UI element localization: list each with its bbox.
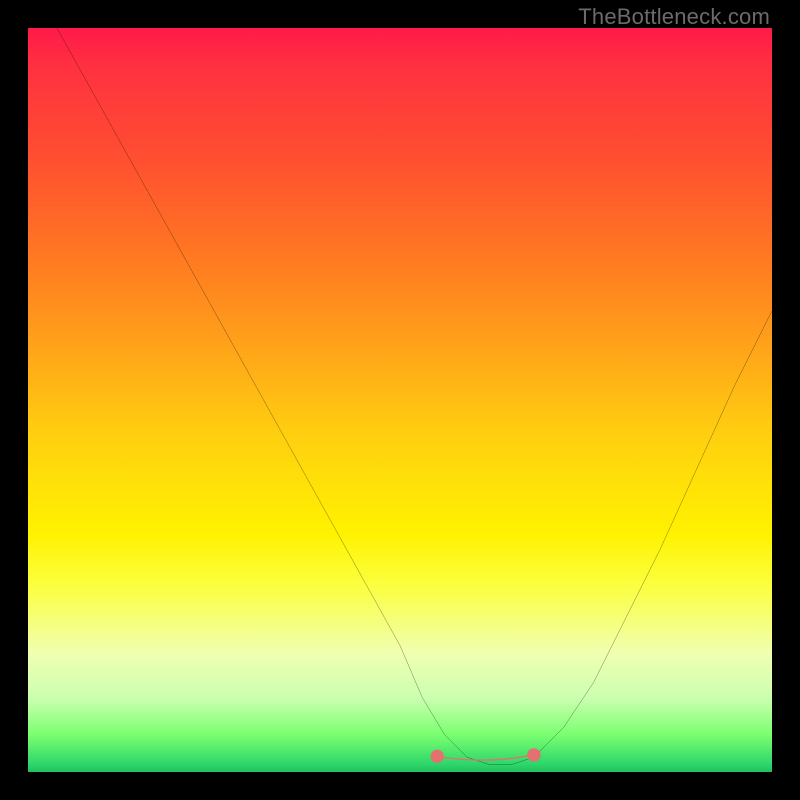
optimal-zone-marker (437, 755, 534, 760)
chart-frame: TheBottleneck.com (0, 0, 800, 800)
watermark-text: TheBottleneck.com (578, 4, 770, 30)
plot-area (28, 28, 772, 772)
optimal-zone-dot-right (527, 748, 540, 761)
optimal-zone-dot-left (431, 750, 444, 763)
optimal-zone-svg (28, 28, 772, 772)
